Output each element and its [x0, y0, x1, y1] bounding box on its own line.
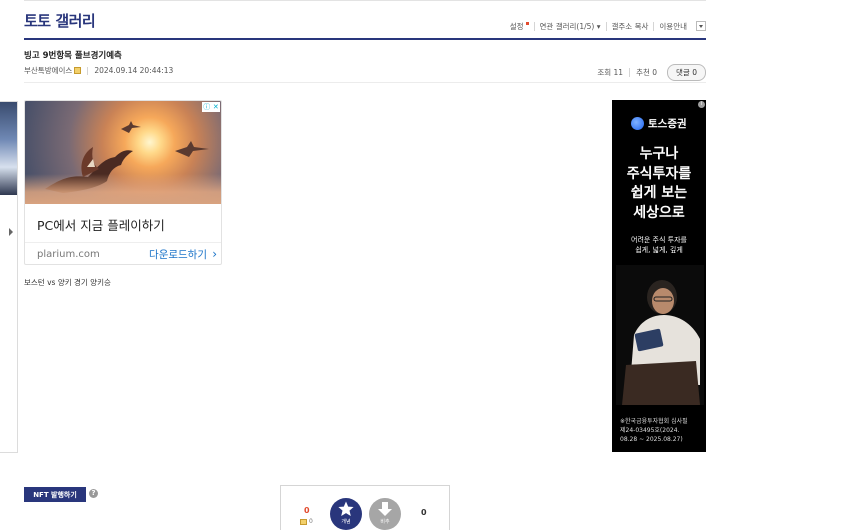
display-ad[interactable]: ⓘ ✕ PC에서 지금 플레이하기 plarium.com 다운로드하기 › [24, 100, 222, 265]
ad-download-button[interactable]: 다운로드하기 [149, 247, 207, 262]
left-edge-ad-image [0, 102, 17, 195]
sky-ad-legal-line: 제24-03495호(2024. [620, 427, 680, 434]
skyscraper-ad[interactable]: i 토스증권 누구나 주식투자를 쉽게 보는 세상으로 어려운 주식 투자를 쉽… [612, 100, 706, 452]
sky-ad-headline-line: 누구나 [639, 146, 679, 162]
post-meta: 부산톡방에이스 2024.09.14 20:44:13 [24, 65, 173, 76]
post-body-text: 보스턴 vs 양키 경기 양키승 [24, 278, 111, 287]
upvote-label: 개념 [341, 519, 351, 525]
help-icon[interactable]: ? [89, 489, 98, 498]
sky-ad-legal-line: 08.28 ~ 2025.08.27) [620, 436, 683, 443]
ad-choices-icon[interactable]: ⓘ ✕ [202, 102, 220, 112]
toss-brand-name: 토스증권 [648, 118, 687, 130]
settings-link[interactable]: 설정 [505, 21, 534, 31]
ad-headline[interactable]: PC에서 지금 플레이하기 [37, 215, 165, 234]
sky-ad-subtitle-line: 쉽게, 넓게, 깊게 [635, 246, 683, 254]
fixed-nick-icon [74, 67, 82, 74]
post-date: 2024.09.14 20:44:13 [94, 66, 174, 75]
ad-image[interactable] [25, 101, 221, 204]
sky-ad-legal: ※한국금융투자협회 심사필 제24-03495호(2024. 08.28 ~ 2… [620, 417, 704, 444]
downvote-count: 0 [421, 508, 427, 517]
meta-divider [24, 82, 706, 83]
chevron-right-icon[interactable]: › [212, 247, 217, 261]
sky-ad-headline-line: 쉽게 보는 [630, 185, 688, 201]
sky-ad-subtitle: 어려운 주식 투자를 쉽게, 넓게, 깊게 [612, 235, 706, 255]
top-divider [24, 0, 706, 1]
vote-panel: 0 0 개념 비추 0 [280, 485, 450, 530]
fixed-nick-icon [300, 518, 307, 525]
sky-ad-legal-line: ※한국금융투자협회 심사필 [620, 418, 688, 425]
toss-mark-icon [631, 117, 644, 130]
header-links: 설정 연관 갤러리(1/5) ▾ 갤주소 복사 이용안내 [505, 21, 706, 31]
flying-dragon-icon [121, 121, 141, 133]
new-dot-icon [525, 21, 529, 25]
star-icon [338, 501, 354, 516]
downvote-label: 비추 [380, 519, 390, 525]
author-name[interactable]: 부산톡방에이스 [24, 65, 72, 76]
fixed-nick-vote: 0 [300, 518, 313, 525]
sky-ad-headline: 누구나 주식투자를 쉽게 보는 세상으로 [612, 145, 706, 223]
arrow-down-icon [378, 502, 392, 516]
ad-footer: plarium.com 다운로드하기 › [25, 242, 221, 264]
flying-dragon-icon-2 [175, 141, 209, 157]
post-stats: 조회 11 추천 0 댓글 0 [591, 64, 706, 81]
sky-ad-headline-line: 세상으로 [633, 204, 685, 221]
fixed-nick-vote-count: 0 [309, 518, 313, 525]
cloud-layer [25, 174, 221, 204]
more-dropdown-icon[interactable] [696, 21, 706, 31]
ad-domain: plarium.com [37, 249, 100, 260]
recommend-count: 추천 0 [629, 68, 663, 77]
left-edge-ad[interactable] [0, 101, 18, 453]
person-with-tablet-illustration [616, 265, 704, 405]
meta-separator [87, 66, 89, 75]
copy-address-link[interactable]: 갤주소 복사 [605, 21, 654, 31]
upvote-count: 0 [304, 506, 310, 515]
downvote-button[interactable]: 비추 [369, 498, 401, 530]
view-count: 조회 11 [597, 68, 624, 77]
title-divider [24, 38, 706, 40]
nft-issue-button[interactable]: NFT 발행하기 [24, 487, 86, 502]
toss-logo: 토스증권 [631, 116, 687, 131]
sky-ad-subtitle-line: 어려운 주식 투자를 [631, 236, 687, 244]
play-arrow-icon[interactable] [9, 228, 13, 236]
guide-link[interactable]: 이용안내 [653, 21, 692, 31]
post-title: 빙고 9번항목 풀브경기예측 [24, 51, 122, 61]
ad-info-icon[interactable]: i [698, 101, 705, 108]
gallery-title[interactable]: 토토 갤러리 [24, 10, 96, 31]
upvote-button[interactable]: 개념 [330, 498, 362, 530]
sky-ad-headline-line: 주식투자를 [626, 165, 692, 182]
comment-count-button[interactable]: 댓글 0 [667, 64, 706, 81]
related-galleries-link[interactable]: 연관 갤러리(1/5) ▾ [533, 21, 606, 31]
